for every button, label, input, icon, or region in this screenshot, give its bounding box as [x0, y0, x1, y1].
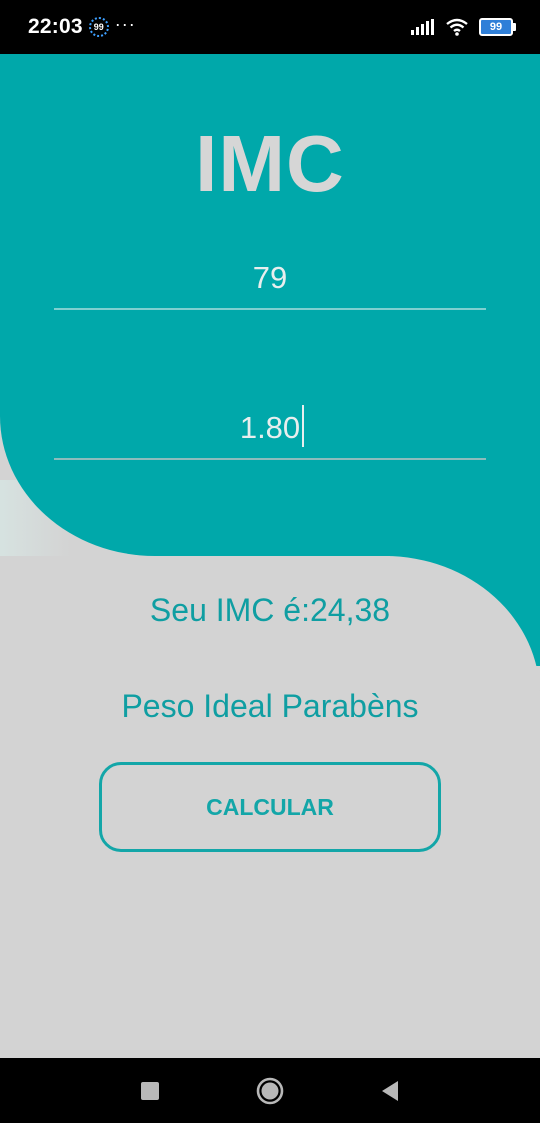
- battery-tip: [513, 23, 516, 31]
- text-cursor: [302, 405, 304, 447]
- navigation-bar: [0, 1058, 540, 1123]
- more-notifications-icon: ···: [114, 13, 136, 34]
- recent-apps-icon: [141, 1081, 159, 1100]
- height-input[interactable]: [54, 410, 486, 446]
- wifi-icon: [446, 18, 468, 36]
- back-button[interactable]: [370, 1071, 410, 1111]
- calculate-button[interactable]: CALCULAR: [99, 762, 441, 852]
- recent-apps-button[interactable]: [130, 1071, 170, 1111]
- status-right: 99: [411, 18, 516, 36]
- status-time: 22:03: [28, 15, 83, 38]
- notification-badge-icon: 99: [88, 17, 109, 37]
- home-icon: [256, 1077, 284, 1104]
- imc-result-text: Seu IMC é:24,38: [149, 592, 391, 628]
- back-icon: [382, 1080, 398, 1101]
- battery-level: 99: [479, 18, 513, 36]
- height-field[interactable]: [54, 398, 486, 460]
- weight-field[interactable]: [54, 248, 486, 310]
- imc-status-text: Peso Ideal Parabèns: [121, 688, 419, 724]
- weight-input[interactable]: [54, 260, 486, 296]
- home-button[interactable]: [250, 1071, 290, 1111]
- status-left: 22:03 99 ···: [28, 13, 136, 39]
- app-title: IMC: [195, 119, 345, 208]
- battery-icon: 99: [479, 18, 516, 36]
- signal-icon: [411, 19, 434, 35]
- status-bar: 22:03 99 ··· 99: [0, 0, 540, 54]
